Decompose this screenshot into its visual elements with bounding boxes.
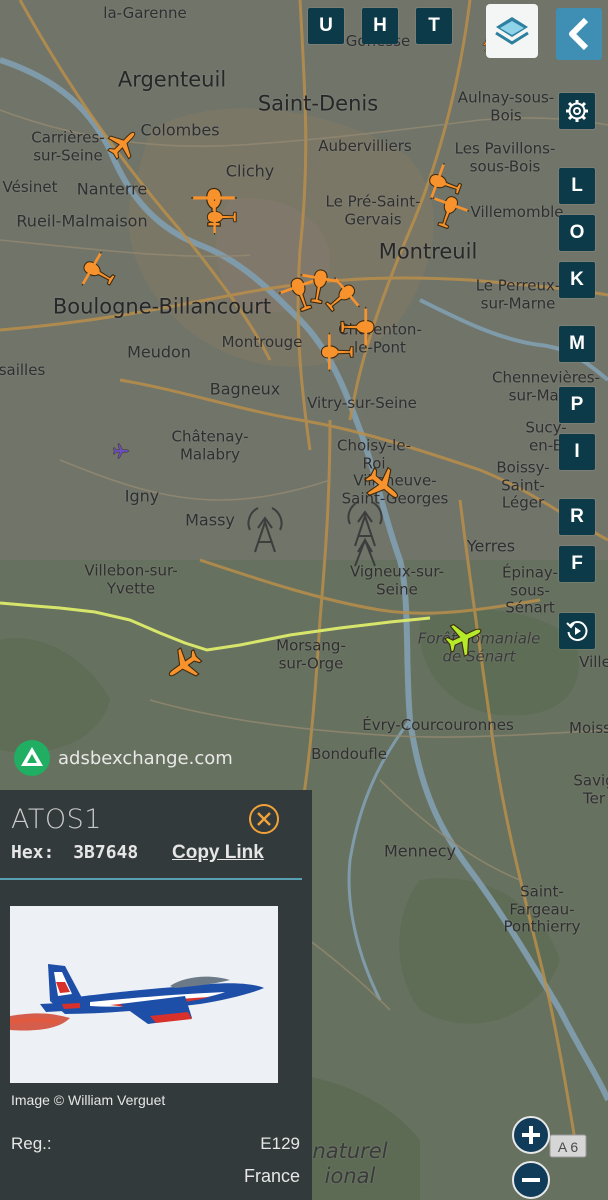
place-label: Le Perreux- sur-Marne [475,276,561,312]
place-label: Vigneux-sur- Seine [349,562,445,598]
country: France [243,1166,300,1186]
place-label: Bondoufle [311,745,387,764]
zoom-out-button[interactable] [512,1161,550,1199]
place-label: Nanterre [76,179,148,199]
place-label: Saint-Fargeau- Ponthierry [503,882,581,936]
place-label: naturel ional [312,1139,388,1188]
place-label: Igny [124,486,160,506]
place-label: Rueil-Malmaison [16,211,148,231]
toolbar-button-i[interactable]: I [559,434,595,470]
reg-value: E129 [260,1134,300,1153]
place-label: Villebon-sur- Yvette [84,561,178,597]
hex-label: Hex: [11,842,55,863]
place-label: Villemomble [470,203,564,222]
place-label: Yerres [466,536,516,556]
place-label: Évry-Courcouronnes [362,716,514,735]
toolbar-button-t[interactable]: T [416,8,452,44]
place-label: Montreuil [378,239,478,264]
place-label: Savig Ter [573,771,608,807]
place-label: Aubervilliers [318,137,412,156]
place-label: Montrouge [221,333,303,352]
place-label: Bagneux [209,379,281,399]
toolbar-button-k[interactable]: K [559,262,595,298]
place-label: Boissy-Saint- Léger [496,458,550,512]
road-label-a6: A 6 [558,1139,578,1155]
replay-button[interactable] [559,613,595,649]
toolbar-button-p[interactable]: P [559,387,595,423]
place-label: Ville [579,653,608,672]
place-label: Colombes [140,120,220,140]
chevron-left-icon [569,17,589,51]
adsbexchange-logo-icon [14,740,50,776]
copy-link[interactable]: Copy Link [172,842,264,864]
toolbar-button-h[interactable]: H [362,8,398,44]
replay-icon [566,621,588,641]
close-icon [257,812,271,826]
place-label: Mennecy [383,841,457,861]
alpha-jet-photo [10,906,278,1083]
place-label: Moiss [569,719,608,738]
photo-credit: Image © William Verguet [11,1092,166,1108]
place-label: Carrières- sur-Seine [31,128,105,164]
place-label: Meudon [127,342,191,362]
hex-row: Hex: 3B7648 [11,842,138,863]
place-label: Les Pavillons- sous-Bois [454,139,556,175]
toolbar-button-u[interactable]: U [308,8,344,44]
aircraft-info-panel: ATOS1 Hex: 3B7648 Copy Link Image © Will… [0,790,312,1200]
hex-value: 3B7648 [73,842,139,863]
place-label: Morsang- sur-Orge [276,636,346,672]
place-label: Saint-Denis [257,91,379,116]
place-label: Le Pré-Saint- Gervais [325,192,421,228]
toolbar-button-o[interactable]: O [559,215,595,251]
layers-icon [495,17,529,45]
close-panel-button[interactable] [249,804,279,834]
place-label: Argenteuil [117,67,227,92]
plus-icon [522,1126,540,1144]
toolbar-button-f[interactable]: F [559,546,595,582]
place-label: Vésinet [2,178,58,197]
place-label: Aulnay-sous- Bois [457,88,555,124]
place-label: Épinay-sous- Sénart [502,563,558,617]
reg-label: Reg.: [11,1134,52,1153]
place-label: Châtenay- Malabry [171,427,249,463]
place-label: sailles [0,361,46,380]
panel-divider [0,878,302,880]
place-label: Vitry-sur-Seine [307,394,417,413]
layers-button[interactable] [486,4,538,58]
collapse-sidebar-button[interactable] [556,8,602,60]
toolbar-button-l[interactable]: L [559,168,595,204]
minus-icon [522,1178,540,1182]
place-label: Boulogne-Billancourt [52,294,272,319]
settings-button[interactable] [559,93,595,129]
gear-icon [566,100,588,122]
place-label: Massy [185,510,235,530]
toolbar-button-r[interactable]: R [559,499,595,535]
zoom-in-button[interactable] [512,1116,550,1154]
aircraft-photo[interactable] [10,906,278,1083]
callsign: ATOS1 [11,804,102,835]
toolbar-button-m[interactable]: M [559,326,595,362]
place-label: la-Garenne [103,4,187,23]
adsbexchange-watermark: adsbexchange.com [12,738,233,778]
watermark-text: adsbexchange.com [58,747,233,769]
